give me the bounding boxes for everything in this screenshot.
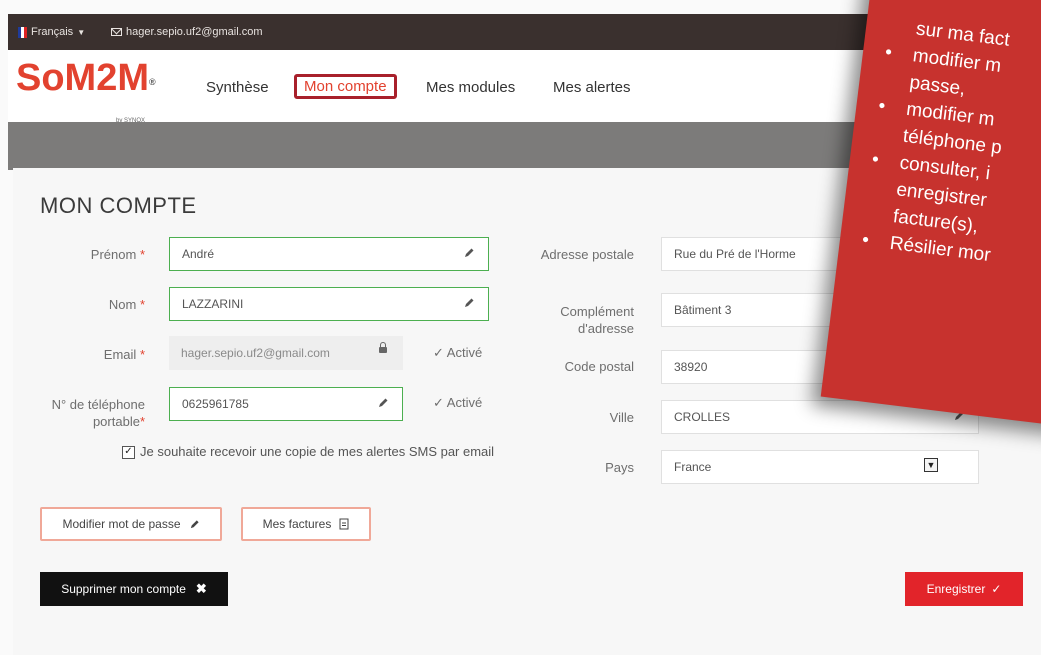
lock-icon: [379, 342, 387, 353]
sms-copy-label: Je souhaite recevoir une copie de mes al…: [140, 444, 495, 459]
required-mark: *: [139, 347, 145, 362]
pencil-icon[interactable]: [463, 247, 475, 259]
change-password-label: Modifier mot de passe: [62, 517, 181, 531]
cp-value: 38920: [674, 360, 708, 374]
email-value: hager.sepio.uf2@gmail.com: [181, 346, 330, 360]
adresse-value: Rue du Pré de l'Horme: [674, 247, 796, 261]
invoices-button[interactable]: Mes factures: [241, 507, 371, 541]
email-label-text: Email: [103, 347, 137, 362]
pencil-icon[interactable]: [463, 297, 475, 309]
prenom-field[interactable]: André: [169, 237, 489, 271]
logo[interactable]: SoM2M® by SYNOX: [16, 57, 156, 144]
callout-list: sur ma fact modifier m passe, modifier m…: [858, 12, 1041, 286]
pays-value: France: [674, 460, 712, 474]
logo-registered-mark: ®: [149, 77, 156, 87]
language-label: Français: [31, 26, 74, 38]
french-flag-icon: [18, 26, 27, 38]
nom-field[interactable]: LAZZARINI: [169, 287, 489, 321]
email-label: Email *: [40, 346, 145, 363]
sms-copy-checkbox[interactable]: ✓: [122, 446, 135, 459]
document-icon: [339, 518, 349, 530]
adresse-label: Adresse postale: [540, 247, 634, 262]
user-email-text: hager.sepio.uf2@gmail.com: [126, 26, 263, 38]
phone-label-line2: portable: [92, 414, 140, 429]
change-password-button[interactable]: Modifier mot de passe: [40, 507, 222, 541]
page-title: MON COMPTE: [40, 193, 197, 218]
language-selector[interactable]: Français ▼: [18, 26, 85, 38]
complement-value: Bâtiment 3: [674, 303, 732, 317]
screenshot-stage: Français ▼ hager.sepio.uf2@gmail.com SoM…: [0, 0, 1041, 655]
nav-mes-modules[interactable]: Mes modules: [426, 79, 515, 96]
ville-label: Ville: [609, 410, 634, 425]
prenom-label-text: Prénom: [90, 247, 137, 262]
phone-field[interactable]: 0625961785: [169, 387, 403, 421]
complement-label-line2: d'adresse: [578, 321, 634, 336]
nav-mes-alertes[interactable]: Mes alertes: [553, 79, 631, 96]
nom-label-text: Nom: [108, 297, 137, 312]
nav-synthese[interactable]: Synthèse: [206, 79, 269, 96]
phone-value: 0625961785: [182, 397, 249, 411]
pencil-icon[interactable]: [377, 397, 389, 409]
ville-value: CROLLES: [674, 410, 731, 424]
email-status: ✓ Activé: [433, 345, 483, 360]
invoices-label: Mes factures: [262, 517, 332, 531]
prenom-label: Prénom *: [40, 246, 145, 263]
required-mark: *: [139, 247, 145, 262]
close-icon: ✖: [195, 581, 207, 596]
phone-status: ✓ Activé: [433, 395, 483, 410]
delete-account-label: Supprimer mon compte: [61, 582, 186, 596]
top-bar: Français ▼ hager.sepio.uf2@gmail.com: [8, 14, 1008, 50]
check-icon: ✓: [991, 582, 1002, 596]
pays-label: Pays: [605, 460, 634, 475]
required-mark: *: [139, 414, 145, 429]
cp-label: Code postal: [564, 359, 634, 374]
envelope-icon: [111, 28, 122, 36]
phone-label: N° de téléphone portable*: [20, 396, 145, 430]
nav-mon-compte[interactable]: Mon compte: [294, 74, 397, 99]
save-button[interactable]: Enregistrer ✓: [905, 572, 1023, 606]
delete-account-button[interactable]: Supprimer mon compte ✖: [40, 572, 228, 606]
complement-label: Complément d'adresse: [520, 303, 634, 337]
prenom-value: André: [182, 247, 215, 261]
complement-label-line1: Complément: [560, 304, 634, 319]
caret-down-icon: ▼: [77, 27, 86, 37]
required-mark: *: [139, 297, 145, 312]
phone-label-line1: N° de téléphone: [51, 397, 145, 412]
logo-text: SoM2M: [16, 57, 149, 99]
email-field: hager.sepio.uf2@gmail.com: [169, 336, 403, 370]
nom-label: Nom *: [40, 296, 145, 313]
user-email: hager.sepio.uf2@gmail.com: [111, 26, 263, 38]
nom-value: LAZZARINI: [182, 297, 244, 311]
save-label: Enregistrer: [926, 582, 986, 596]
pencil-icon: [190, 519, 199, 528]
pays-select[interactable]: France ▼: [661, 450, 979, 484]
chevron-down-icon[interactable]: ▼: [924, 458, 938, 472]
